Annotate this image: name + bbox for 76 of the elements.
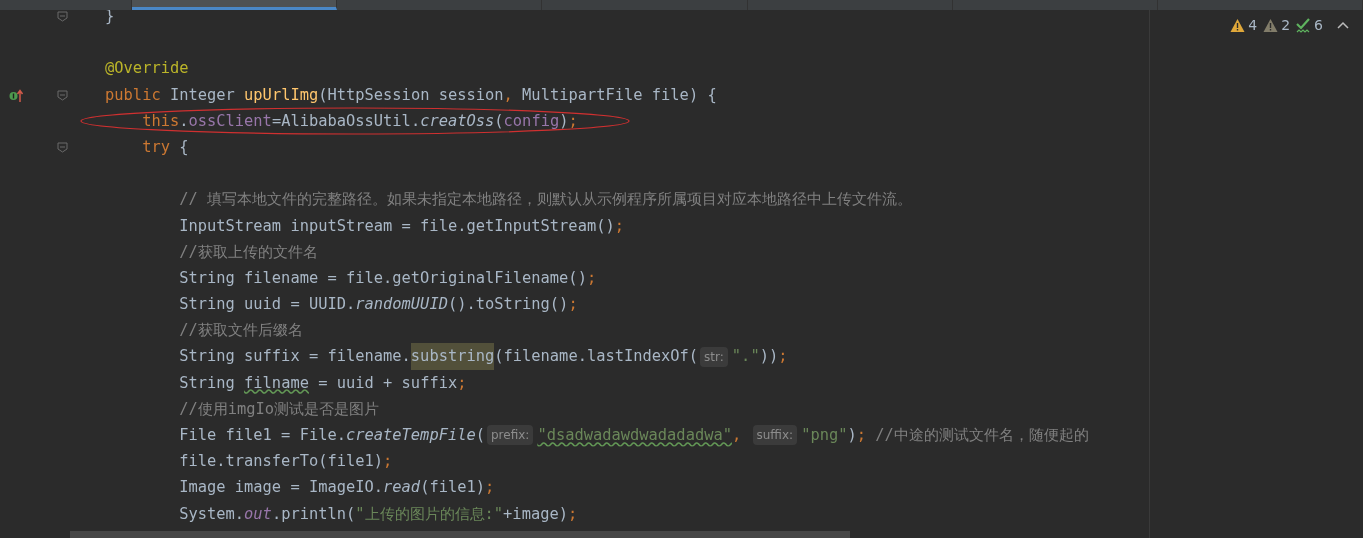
code-text: )) — [759, 346, 779, 368]
code-comment: //获取文件后缀名 — [178, 320, 303, 342]
code-text: , — [731, 425, 743, 446]
chevron-up-icon[interactable] — [1337, 20, 1349, 30]
code-text: (file1) — [420, 477, 485, 499]
code-text: ( — [494, 110, 504, 132]
code-text: ; — [485, 477, 495, 499]
keyword: public — [104, 84, 162, 106]
code-text: .println( — [271, 503, 356, 525]
annotation: @Override — [104, 58, 189, 80]
string-literal: "上传的图片的信息:" — [355, 503, 504, 525]
code-comment: //获取上传的文件名 — [178, 241, 318, 263]
code-text: =AlibabaOssUtil. — [271, 110, 421, 132]
code-text: String suffix = filename. — [178, 346, 411, 368]
code-text: (HttpSession session — [318, 84, 504, 106]
code-text: upUrlImg — [244, 84, 319, 106]
string-literal: "." — [731, 346, 760, 368]
code-text: MultipartFile file) { — [522, 84, 717, 106]
code-text: File file1 = File. — [178, 425, 346, 446]
code-text: { — [179, 136, 189, 158]
horizontal-scrollbar[interactable] — [70, 531, 850, 538]
problem-count: 2 — [1281, 17, 1291, 33]
code-comment: // 填写本地文件的完整路径。如果未指定本地路径，则默认从示例程序所属项目对应本地路径中上传文件流。 — [178, 189, 912, 211]
problem-count: 6 — [1314, 17, 1323, 33]
code-text: ; — [457, 372, 467, 394]
string-literal: "png" — [801, 425, 848, 446]
code-text: ) — [847, 425, 857, 446]
fold-icon[interactable] — [57, 89, 68, 101]
parameter-hint: suffix: — [752, 425, 798, 446]
code-text: ( — [475, 425, 485, 446]
parameter-hint: str: — [700, 346, 728, 367]
code-text: . — [179, 110, 189, 132]
parameter-hint: prefix: — [487, 425, 534, 446]
code-comment: //中途的测试文件名，随便起的 — [875, 425, 1089, 446]
warning-icon — [1230, 17, 1246, 33]
keyword: try — [141, 136, 171, 158]
code-text: String filename = file.getOriginalFilename() — [178, 267, 587, 289]
code-text: = uuid + suffix — [317, 372, 458, 394]
code-text: createTempFile — [346, 425, 476, 446]
code-text: , — [503, 84, 514, 106]
code-text: ; — [568, 110, 578, 132]
code-comment: //使用imgIo测试是否是图片 — [178, 398, 380, 420]
problem-count: 4 — [1248, 17, 1258, 33]
fold-icon[interactable] — [57, 11, 68, 22]
code-text: +image) — [503, 503, 568, 525]
check-icon — [1296, 17, 1312, 33]
code-text: InputStream inputStream = file.getInputStream() — [178, 215, 615, 237]
code-text: ; — [568, 294, 578, 316]
fold-icon[interactable] — [57, 141, 68, 153]
code-text: filname — [244, 372, 309, 394]
code-text: ; — [778, 346, 788, 368]
keyword: this — [141, 110, 180, 132]
code-text: ; — [614, 215, 624, 237]
code-text: creatOss — [420, 110, 495, 132]
string-literal: "dsadwadawdwadadadwa" — [537, 425, 732, 446]
code-text: ; — [586, 267, 597, 289]
code-text: Image image = ImageIO. — [178, 477, 384, 499]
code-text: file.transferTo(file1) — [178, 451, 384, 473]
code-text: ) — [559, 110, 569, 132]
code-text: ossClient — [188, 110, 272, 132]
code-text: String uuid = UUID. — [178, 294, 356, 316]
code-text: String — [178, 372, 236, 394]
warning-icon — [1263, 17, 1279, 33]
code-text: out — [244, 503, 272, 525]
editor-tab[interactable] — [132, 0, 338, 10]
code-text: randomUUID — [355, 294, 448, 316]
code-text: read — [383, 477, 421, 499]
code-text: ; — [383, 451, 393, 473]
code-text: substring — [410, 343, 495, 370]
code-text: ().toString() — [447, 294, 569, 316]
code-text: System. — [178, 503, 245, 525]
code-text: ; — [567, 503, 578, 525]
code-text: (filename.lastIndexOf( — [494, 346, 699, 368]
code-text: config — [503, 110, 560, 132]
code-text: ; — [856, 425, 868, 446]
code-text: Integer — [169, 84, 236, 106]
